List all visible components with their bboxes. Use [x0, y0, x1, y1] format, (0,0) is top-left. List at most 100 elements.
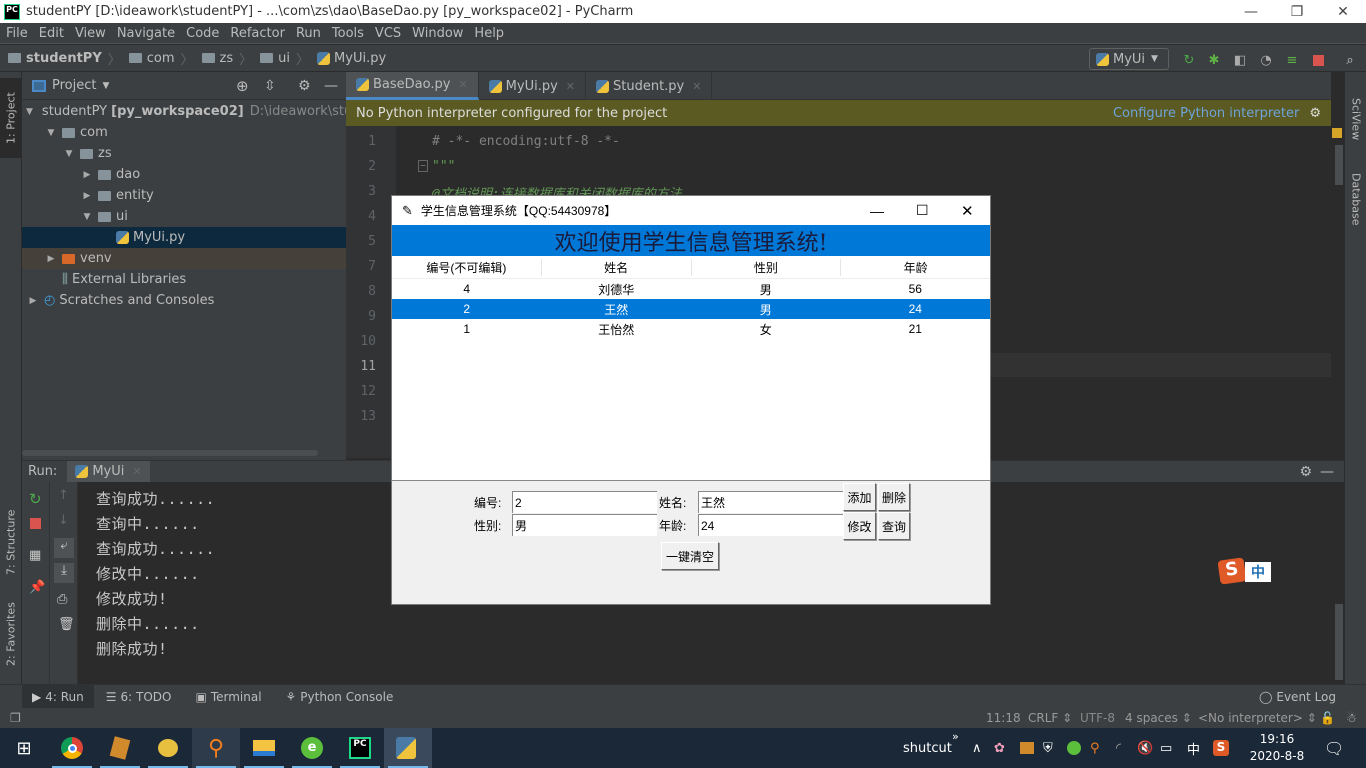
modify-button[interactable]: 修改 — [843, 512, 876, 540]
coverage-icon[interactable]: ◧ — [1232, 52, 1248, 68]
gear-icon[interactable]: ⚙ — [298, 78, 311, 94]
query-button[interactable]: 查询 — [878, 512, 910, 540]
file-encoding[interactable]: UTF-8 — [1080, 711, 1115, 725]
breadcrumb-studentpy[interactable]: studentPY 〉 — [8, 49, 121, 68]
menu-edit[interactable]: Edit — [33, 26, 69, 41]
search-icon[interactable]: ⌕ — [1342, 52, 1358, 68]
collapsed-arrow-icon[interactable]: ▶ — [44, 254, 58, 264]
menu-file[interactable]: File — [0, 26, 33, 41]
breadcrumb-com[interactable]: com 〉 — [128, 49, 194, 68]
tray-security-icon[interactable]: ⛨ — [1043, 741, 1053, 756]
id-field[interactable]: 2 — [512, 491, 657, 513]
gear-icon[interactable]: ⚙ — [1309, 106, 1321, 121]
tab-student[interactable]: Student.py ✕ — [586, 72, 713, 100]
arrow-down-icon[interactable]: ↓ — [58, 513, 69, 528]
table-row[interactable]: 1 王怡然 女 21 — [392, 319, 990, 339]
close-button[interactable]: ✕ — [1320, 0, 1366, 23]
sogou-tray-icon[interactable]: S — [1213, 740, 1229, 756]
tray-ime-mode[interactable]: 中 — [1187, 739, 1200, 758]
battery-icon[interactable]: ▭ — [1160, 741, 1172, 756]
taskbar-file-explorer[interactable] — [240, 728, 288, 768]
tool-tab-favorites[interactable]: 2: Favorites — [0, 592, 22, 677]
tool-tab-sciview[interactable]: SciView — [1345, 82, 1366, 157]
minimize-button[interactable]: — — [1228, 0, 1274, 23]
ime-floating-bar[interactable]: S 中 — [1217, 557, 1271, 585]
caret-position[interactable]: 11:18 — [986, 711, 1021, 725]
trash-icon[interactable]: 🗑 — [58, 617, 75, 632]
editor-scrollbar[interactable] — [1335, 145, 1343, 185]
menu-vcs[interactable]: VCS — [369, 26, 406, 41]
hide-panel-icon[interactable]: — — [1320, 464, 1334, 480]
volume-muted-icon[interactable]: 🔇 — [1137, 741, 1153, 756]
rerun-icon[interactable]: ↻ — [29, 490, 42, 508]
restore-button[interactable]: ❐ — [1274, 0, 1320, 23]
inspection-status-icon[interactable] — [1332, 128, 1342, 138]
tree-item-ui[interactable]: ▼ ui — [22, 206, 346, 227]
tray-book-icon[interactable] — [1020, 742, 1034, 754]
event-log-button[interactable]: ◯ Event Log — [1259, 690, 1336, 704]
table-row[interactable]: 2 王然 男 24 — [392, 299, 990, 319]
table-row[interactable]: 4 刘德华 男 56 — [392, 279, 990, 299]
horizontal-scrollbar[interactable] — [22, 450, 318, 456]
start-button[interactable]: ⊞ — [0, 728, 48, 768]
notification-center-icon[interactable]: 🗨 — [1324, 739, 1344, 758]
tk-minimize-button[interactable]: — — [870, 203, 884, 219]
run-tab-myui[interactable]: MyUi ✕ — [67, 460, 150, 483]
tree-item-external-libraries[interactable]: ⫼ External Libraries — [22, 269, 346, 290]
menu-navigate[interactable]: Navigate — [111, 26, 180, 41]
wifi-icon[interactable]: ◜ — [1116, 741, 1121, 756]
expanded-arrow-icon[interactable]: ▼ — [80, 212, 94, 222]
arrow-up-icon[interactable]: ↑ — [58, 488, 69, 503]
rerun-icon[interactable]: ↻ — [1181, 52, 1197, 68]
inspector-icon[interactable]: ☃ — [1346, 711, 1357, 725]
menu-view[interactable]: View — [69, 26, 111, 41]
tool-tab-todo[interactable]: ☰ 6: TODO — [94, 690, 184, 704]
menu-window[interactable]: Window — [406, 26, 468, 41]
breadcrumb-zs[interactable]: zs 〉 — [201, 49, 252, 68]
configure-interpreter-link[interactable]: Configure Python interpreter — [1113, 106, 1299, 121]
close-tab-icon[interactable]: ✕ — [132, 465, 141, 478]
project-view-selector[interactable]: Project — [52, 78, 96, 93]
tree-item-venv[interactable]: ▶ venv — [22, 248, 346, 269]
column-header-gender[interactable]: 性别 — [692, 258, 842, 276]
tool-tab-database[interactable]: Database — [1345, 162, 1366, 237]
tray-flower-icon[interactable]: ✿ — [994, 741, 1005, 756]
tk-close-button[interactable]: ✕ — [961, 202, 974, 220]
tool-tab-terminal[interactable]: ▣ Terminal — [183, 690, 273, 704]
stop-icon[interactable] — [1310, 52, 1326, 68]
profile-icon[interactable]: ◔ — [1258, 52, 1274, 68]
add-button[interactable]: 添加 — [843, 483, 876, 511]
run-configuration-select[interactable]: MyUi ▼ — [1089, 48, 1169, 70]
age-field[interactable]: 24 — [698, 514, 843, 536]
interpreter-selector[interactable]: <No interpreter> ⇕ — [1198, 711, 1317, 725]
print-icon[interactable]: ⎙ — [57, 592, 67, 607]
close-tab-icon[interactable]: ✕ — [692, 80, 701, 93]
tree-item-com[interactable]: ▼ com — [22, 122, 346, 143]
fold-icon[interactable]: − — [418, 160, 428, 172]
expand-toolbar-icon[interactable]: » — [952, 730, 959, 743]
indent-setting[interactable]: 4 spaces ⇕ — [1125, 711, 1192, 725]
menu-code[interactable]: Code — [180, 26, 224, 41]
tree-item-myui-py[interactable]: MyUi.py — [22, 227, 346, 248]
collapsed-arrow-icon[interactable]: ▶ — [80, 170, 94, 180]
menu-refactor[interactable]: Refactor — [224, 26, 290, 41]
menu-help[interactable]: Help — [468, 26, 509, 41]
hide-panel-icon[interactable]: — — [324, 78, 338, 94]
console-scrollbar[interactable] — [1335, 604, 1343, 680]
breadcrumb-myui[interactable]: MyUi.py — [317, 51, 386, 66]
tray-browser-icon[interactable] — [1067, 741, 1081, 755]
clear-all-button[interactable]: 一键清空 — [661, 542, 719, 570]
tab-myui[interactable]: MyUi.py ✕ — [479, 72, 586, 100]
lock-icon[interactable]: 🔓 — [1320, 711, 1335, 725]
taskbar-chrome[interactable] — [48, 728, 96, 768]
taskbar-python-tk[interactable] — [384, 728, 432, 768]
stop-icon[interactable] — [30, 518, 41, 529]
expanded-arrow-icon[interactable]: ▼ — [62, 149, 76, 159]
taskbar-green-browser[interactable]: e — [288, 728, 336, 768]
tree-item-scratches-and-consoles[interactable]: ▶ ◴ Scratches and Consoles — [22, 290, 346, 311]
chevron-down-icon[interactable]: ▼ — [102, 81, 109, 91]
tree-item-entity[interactable]: ▶ entity — [22, 185, 346, 206]
collapse-all-icon[interactable]: ⇳ — [264, 78, 276, 94]
expanded-arrow-icon[interactable]: ▼ — [26, 107, 33, 117]
expanded-arrow-icon[interactable]: ▼ — [44, 128, 58, 138]
